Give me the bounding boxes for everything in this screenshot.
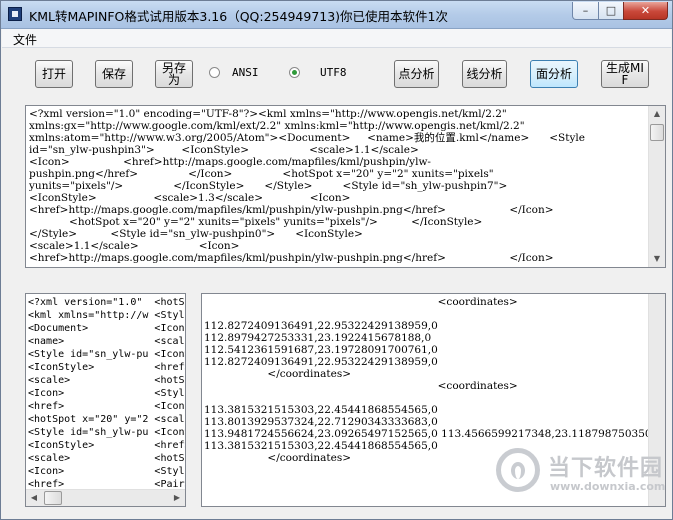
tag-list-box[interactable]: <?xml version="1.0" <hotSp <kml xmlns="h… <box>25 293 186 507</box>
open-button[interactable]: 打开 <box>35 60 73 88</box>
utf8-label: UTF8 <box>320 66 347 79</box>
scroll-down-arrow-icon[interactable]: ▼ <box>649 251 665 267</box>
scroll-thumb[interactable] <box>650 124 664 141</box>
generate-mif-label-line2: F <box>621 73 629 87</box>
line-analysis-button[interactable]: 线分析 <box>462 60 507 88</box>
kml-source-text: <?xml version="1.0" encoding="UTF-8"?><k… <box>29 108 585 264</box>
scroll-up-arrow-icon[interactable]: ▲ <box>649 106 665 122</box>
title-bar[interactable]: KML转MAPINFO格式试用版本3.16（QQ:254949713)你已使用本… <box>1 1 672 29</box>
area-analysis-button[interactable]: 面分析 <box>530 60 578 88</box>
generate-mif-button[interactable]: 生成MI F <box>601 60 649 88</box>
save-as-button[interactable]: 另存 为 <box>155 60 193 88</box>
coordinates-text: <coordinates> 112.8272409136491,22.95322… <box>204 296 666 464</box>
ansi-label: ANSI <box>232 66 259 79</box>
watermark: 当下软件园 www.downxia.com <box>496 444 665 504</box>
tag-list-text: <?xml version="1.0" <hotSp <kml xmlns="h… <box>28 297 185 490</box>
save-as-label-line2: 为 <box>167 73 180 87</box>
app-icon <box>8 7 22 21</box>
utf8-radio[interactable] <box>289 67 300 78</box>
minimize-button[interactable]: – <box>572 2 599 20</box>
window-title: KML转MAPINFO格式试用版本3.16（QQ:254949713)你已使用本… <box>29 9 449 24</box>
kml-source-vscrollbar[interactable]: ▲ ▼ <box>648 106 665 267</box>
watermark-name: 当下软件园 <box>548 456 664 481</box>
watermark-url: www.downxia.com <box>550 480 666 493</box>
watermark-logo-icon <box>496 448 540 492</box>
point-analysis-button[interactable]: 点分析 <box>394 60 439 88</box>
scroll-right-arrow-icon[interactable]: ▶ <box>169 490 185 506</box>
hscroll-thumb[interactable] <box>44 491 62 505</box>
maximize-button[interactable]: □ <box>598 2 624 20</box>
save-button[interactable]: 保存 <box>95 60 133 88</box>
scroll-left-arrow-icon[interactable]: ◀ <box>26 490 42 506</box>
menu-file[interactable]: 文件 <box>13 31 37 48</box>
tag-list-hscrollbar[interactable]: ◀ ▶ <box>26 489 185 506</box>
ansi-radio[interactable] <box>209 67 220 78</box>
menu-bar: 文件 <box>2 29 671 48</box>
close-button[interactable]: ✕ <box>623 2 668 20</box>
main-window: KML转MAPINFO格式试用版本3.16（QQ:254949713)你已使用本… <box>0 0 673 520</box>
kml-source-textbox[interactable]: <?xml version="1.0" encoding="UTF-8"?><k… <box>25 105 666 268</box>
